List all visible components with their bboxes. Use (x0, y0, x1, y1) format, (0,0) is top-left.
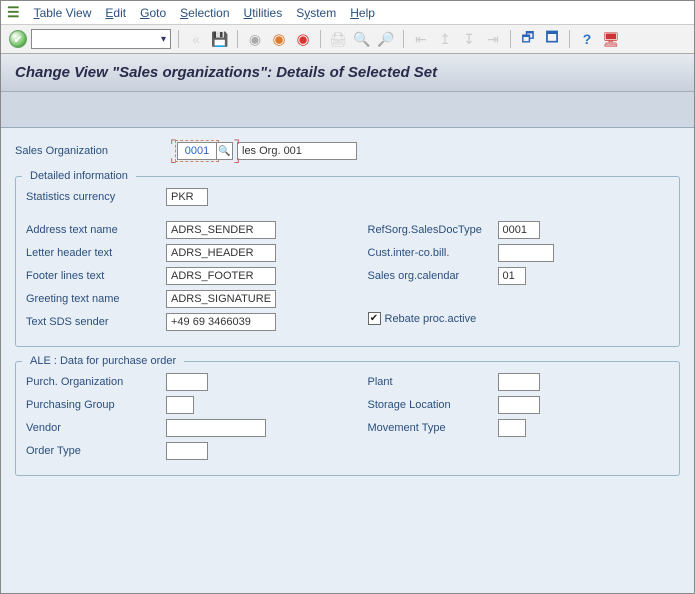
address-text-name-input[interactable] (166, 221, 276, 239)
group-title: Detailed information (22, 168, 136, 186)
sales-org-cal-input[interactable] (498, 267, 526, 285)
layout-icon[interactable]: 🗖 (542, 29, 562, 49)
text-sds-label: Text SDS sender (26, 316, 166, 328)
letter-header-input[interactable] (166, 244, 276, 262)
ref-sorg-input[interactable] (498, 221, 540, 239)
separator (320, 30, 321, 48)
app-toolbar-area (1, 92, 694, 128)
group-detailed-info: Detailed information Statistics currency… (15, 176, 680, 347)
toolbar: ✔ « 💾 ◉ ◉ ◉ 🖨 🔍 🔎 ⇤ ↥ ↧ ⇥ 🗗 🗖 ? 🖥 (1, 25, 694, 54)
cust-inter-label: Cust.inter-co.bill. (368, 247, 498, 259)
purch-org-input[interactable] (166, 373, 208, 391)
ref-sorg-label: RefSorg.SalesDocType (368, 224, 498, 236)
vendor-label: Vendor (26, 422, 166, 434)
search-help-icon[interactable]: 🔍 (217, 142, 233, 160)
menu-table-view[interactable]: Table View (34, 6, 92, 20)
purch-group-input[interactable] (166, 396, 194, 414)
menu-utilities[interactable]: Utilities (244, 6, 283, 20)
help-icon[interactable]: ? (577, 29, 597, 49)
back-icon: « (186, 29, 206, 49)
save-icon[interactable]: 💾 (210, 29, 230, 49)
plant-label: Plant (368, 376, 498, 388)
cancel-icon[interactable]: ◉ (293, 29, 313, 49)
footer-lines-input[interactable] (166, 267, 276, 285)
last-page-icon: ⇥ (483, 29, 503, 49)
letter-header-label: Letter header text (26, 247, 166, 259)
next-page-icon: ↧ (459, 29, 479, 49)
menu-system[interactable]: System (296, 6, 336, 20)
menu-selection[interactable]: Selection (180, 6, 229, 20)
first-page-icon: ⇤ (411, 29, 431, 49)
menu-goto[interactable]: Goto (140, 6, 166, 20)
text-sds-input[interactable] (166, 313, 276, 331)
purch-org-label: Purch. Organization (26, 376, 166, 388)
purch-group-label: Purchasing Group (26, 399, 166, 411)
local-layout-icon[interactable]: 🖥 (601, 29, 621, 49)
group-title: ALE : Data for purchase order (22, 353, 184, 371)
print-icon: 🖨 (328, 29, 348, 49)
movement-type-input[interactable] (498, 419, 526, 437)
menubar: ☰ Table View Edit Goto Selection Utiliti… (1, 1, 694, 25)
stat-currency-input[interactable] (166, 188, 208, 206)
separator (569, 30, 570, 48)
separator (510, 30, 511, 48)
storage-loc-input[interactable] (498, 396, 540, 414)
address-text-name-label: Address text name (26, 224, 166, 236)
focus-bracket-icon: ⌞ (170, 149, 177, 166)
find-icon: 🔍 (352, 29, 372, 49)
sales-org-label: Sales Organization (15, 145, 175, 157)
app-menu-icon[interactable]: ☰ (7, 4, 20, 21)
focus-bracket-icon: ⌟ (233, 149, 240, 166)
cust-inter-input[interactable] (498, 244, 554, 262)
movement-type-label: Movement Type (368, 422, 498, 434)
command-field[interactable] (31, 29, 171, 49)
separator (403, 30, 404, 48)
sap-window: ☰ Table View Edit Goto Selection Utiliti… (0, 0, 695, 594)
back-nav-icon[interactable]: ◉ (245, 29, 265, 49)
sales-org-row: Sales Organization ⌜ ⌞ 🔍 ⌝ ⌟ (15, 140, 680, 162)
prev-page-icon: ↥ (435, 29, 455, 49)
new-session-icon[interactable]: 🗗 (518, 29, 538, 49)
plant-input[interactable] (498, 373, 540, 391)
sales-org-cal-label: Sales org.calendar (368, 270, 498, 282)
content-area: Sales Organization ⌜ ⌞ 🔍 ⌝ ⌟ Detailed in… (1, 128, 694, 594)
rebate-checkbox[interactable]: ✔ (368, 312, 381, 325)
order-type-input[interactable] (166, 442, 208, 460)
rebate-label: Rebate proc.active (385, 313, 477, 325)
menu-edit[interactable]: Edit (105, 6, 126, 20)
menu-help[interactable]: Help (350, 6, 375, 20)
sales-org-desc (237, 142, 357, 160)
stat-currency-label: Statistics currency (26, 191, 166, 203)
group-ale: ALE : Data for purchase order Purch. Org… (15, 361, 680, 476)
vendor-input[interactable] (166, 419, 266, 437)
storage-loc-label: Storage Location (368, 399, 498, 411)
greeting-text-label: Greeting text name (26, 293, 166, 305)
order-type-label: Order Type (26, 445, 166, 457)
exit-icon[interactable]: ◉ (269, 29, 289, 49)
footer-lines-label: Footer lines text (26, 270, 166, 282)
find-next-icon: 🔎 (376, 29, 396, 49)
page-title: Change View "Sales organizations": Detai… (1, 54, 694, 92)
greeting-text-input[interactable] (166, 290, 276, 308)
separator (178, 30, 179, 48)
sales-org-code-input[interactable] (177, 142, 217, 160)
enter-button[interactable]: ✔ (9, 30, 27, 48)
separator (237, 30, 238, 48)
